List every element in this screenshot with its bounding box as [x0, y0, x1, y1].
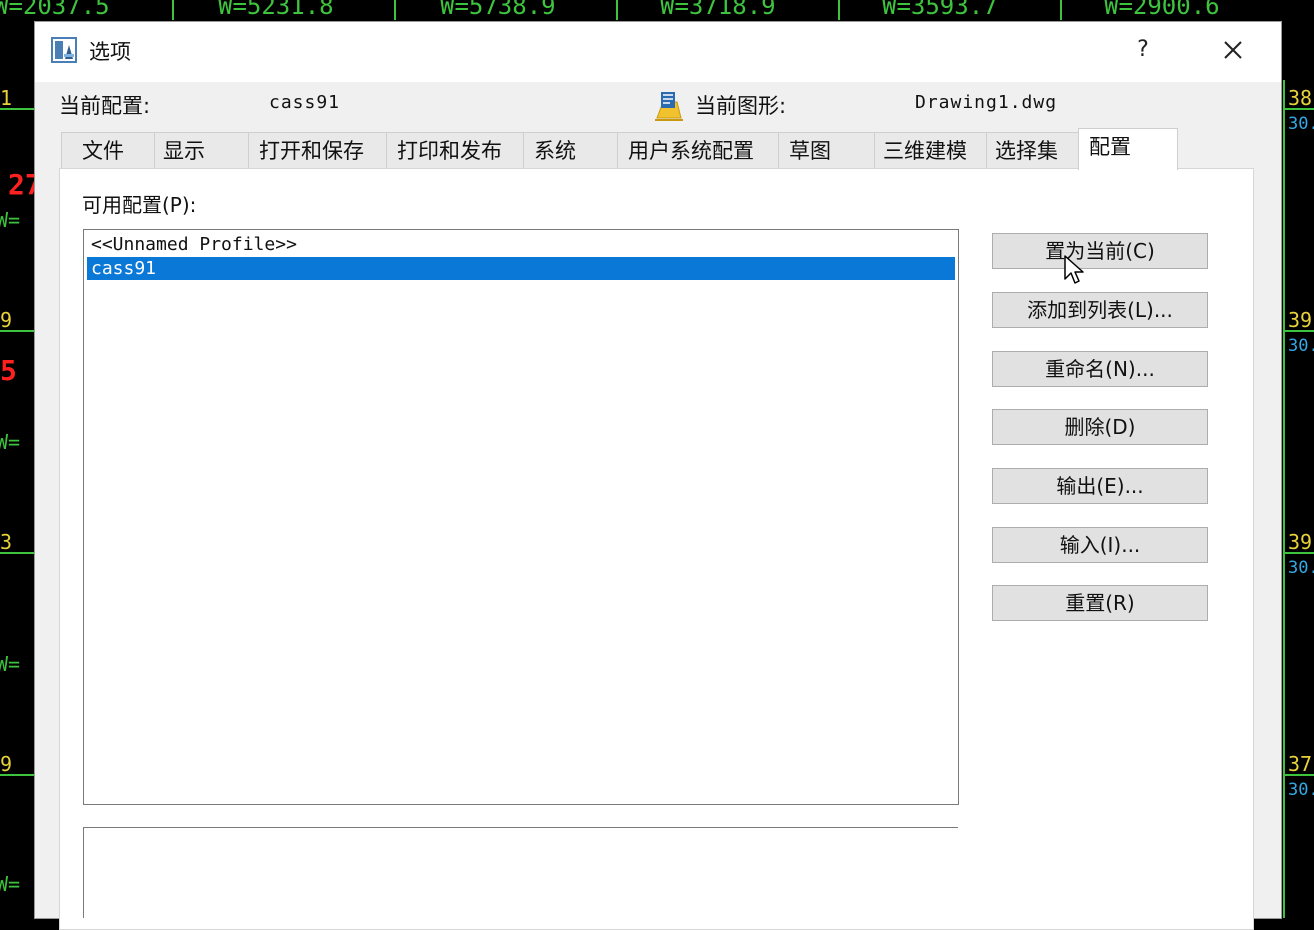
- left-label: W=: [0, 430, 21, 454]
- current-profile-label: 当前配置:: [59, 94, 151, 118]
- list-item[interactable]: <<Unnamed Profile>>: [87, 233, 955, 256]
- tab-profiles[interactable]: 配置: [1078, 128, 1178, 170]
- left-label: 9: [0, 752, 13, 776]
- left-label: W=: [0, 652, 21, 676]
- readout: W=3593.7: [882, 0, 998, 20]
- readout: W=5231.8: [218, 0, 334, 20]
- readout: W=2037.5: [0, 0, 110, 20]
- right-label: 30.: [1288, 558, 1314, 578]
- profiles-listbox[interactable]: <<Unnamed Profile>> cass91: [83, 229, 959, 805]
- readout-separator: [838, 0, 840, 20]
- tab-strip: 文件 显示 打开和保存 打印和发布 系统 用户系统配置 草图 三维建模 选择集 …: [61, 128, 1253, 170]
- readout: W=5738.9: [440, 0, 556, 20]
- mouse-pointer-icon: [1064, 255, 1084, 284]
- tab-drafting[interactable]: 草图: [778, 132, 875, 168]
- readout-separator: [616, 0, 618, 20]
- tab-files[interactable]: 文件: [61, 132, 155, 168]
- left-label: W=: [0, 872, 21, 896]
- right-label: 38.: [1288, 86, 1314, 110]
- profile-description-box: [83, 827, 958, 918]
- readout-separator: [172, 0, 174, 20]
- tab-3d-modeling[interactable]: 三维建模: [874, 132, 987, 168]
- left-label: 3: [0, 530, 13, 554]
- right-label: 30.: [1288, 780, 1314, 800]
- rename-button[interactable]: 重命名(N)...: [992, 351, 1208, 387]
- set-current-button[interactable]: 置为当前(C): [992, 233, 1208, 269]
- left-label: 1: [0, 86, 13, 110]
- readout-separator: [394, 0, 396, 20]
- list-item-selected[interactable]: cass91: [87, 257, 955, 280]
- help-button[interactable]: ?: [1123, 30, 1163, 70]
- reset-button[interactable]: 重置(R): [992, 585, 1208, 621]
- tab-plot-publish[interactable]: 打印和发布: [386, 132, 524, 168]
- autocad-app-icon: [51, 37, 77, 63]
- tab-display[interactable]: 显示: [154, 132, 249, 168]
- add-to-list-button[interactable]: 添加到列表(L)...: [992, 292, 1208, 328]
- delete-button[interactable]: 删除(D): [992, 409, 1208, 445]
- tab-open-save[interactable]: 打开和保存: [248, 132, 387, 168]
- tab-system[interactable]: 系统: [523, 132, 618, 168]
- grid-line: [1283, 80, 1285, 918]
- right-label: 30.: [1288, 336, 1314, 356]
- close-icon[interactable]: [1213, 30, 1253, 70]
- drawing-file-icon: [655, 92, 683, 121]
- right-label: 37.: [1288, 752, 1314, 776]
- options-dialog: 选项 ? 当前配置: cass91 当前图形: Drawing1.dwg 文件 …: [35, 22, 1281, 930]
- right-label: 39.: [1288, 530, 1314, 554]
- readout: W=3718.9: [660, 0, 776, 20]
- import-button[interactable]: 输入(I)...: [992, 527, 1208, 563]
- readout-separator: [1060, 0, 1062, 20]
- right-label: 30.: [1288, 114, 1314, 134]
- title-bar[interactable]: 选项 ?: [35, 22, 1281, 82]
- current-profile-value: cass91: [269, 92, 341, 113]
- export-button[interactable]: 输出(E)...: [992, 468, 1208, 504]
- left-label: 9: [0, 308, 13, 332]
- right-label: 39.: [1288, 308, 1314, 332]
- current-drawing-value: Drawing1.dwg: [915, 92, 1058, 113]
- left-label: W=: [0, 208, 21, 232]
- tab-selection[interactable]: 选择集: [986, 132, 1079, 168]
- left-label: 5: [0, 354, 17, 387]
- dialog-title: 选项: [89, 40, 131, 64]
- tab-user-preferences[interactable]: 用户系统配置: [617, 132, 779, 168]
- top-readout-strip: W=2037.5 W=5231.8 W=5738.9 W=3718.9 W=35…: [0, 0, 1314, 22]
- available-profiles-label: 可用配置(P):: [82, 193, 197, 217]
- current-drawing-label: 当前图形:: [695, 94, 787, 118]
- readout: W=2900.6: [1104, 0, 1220, 20]
